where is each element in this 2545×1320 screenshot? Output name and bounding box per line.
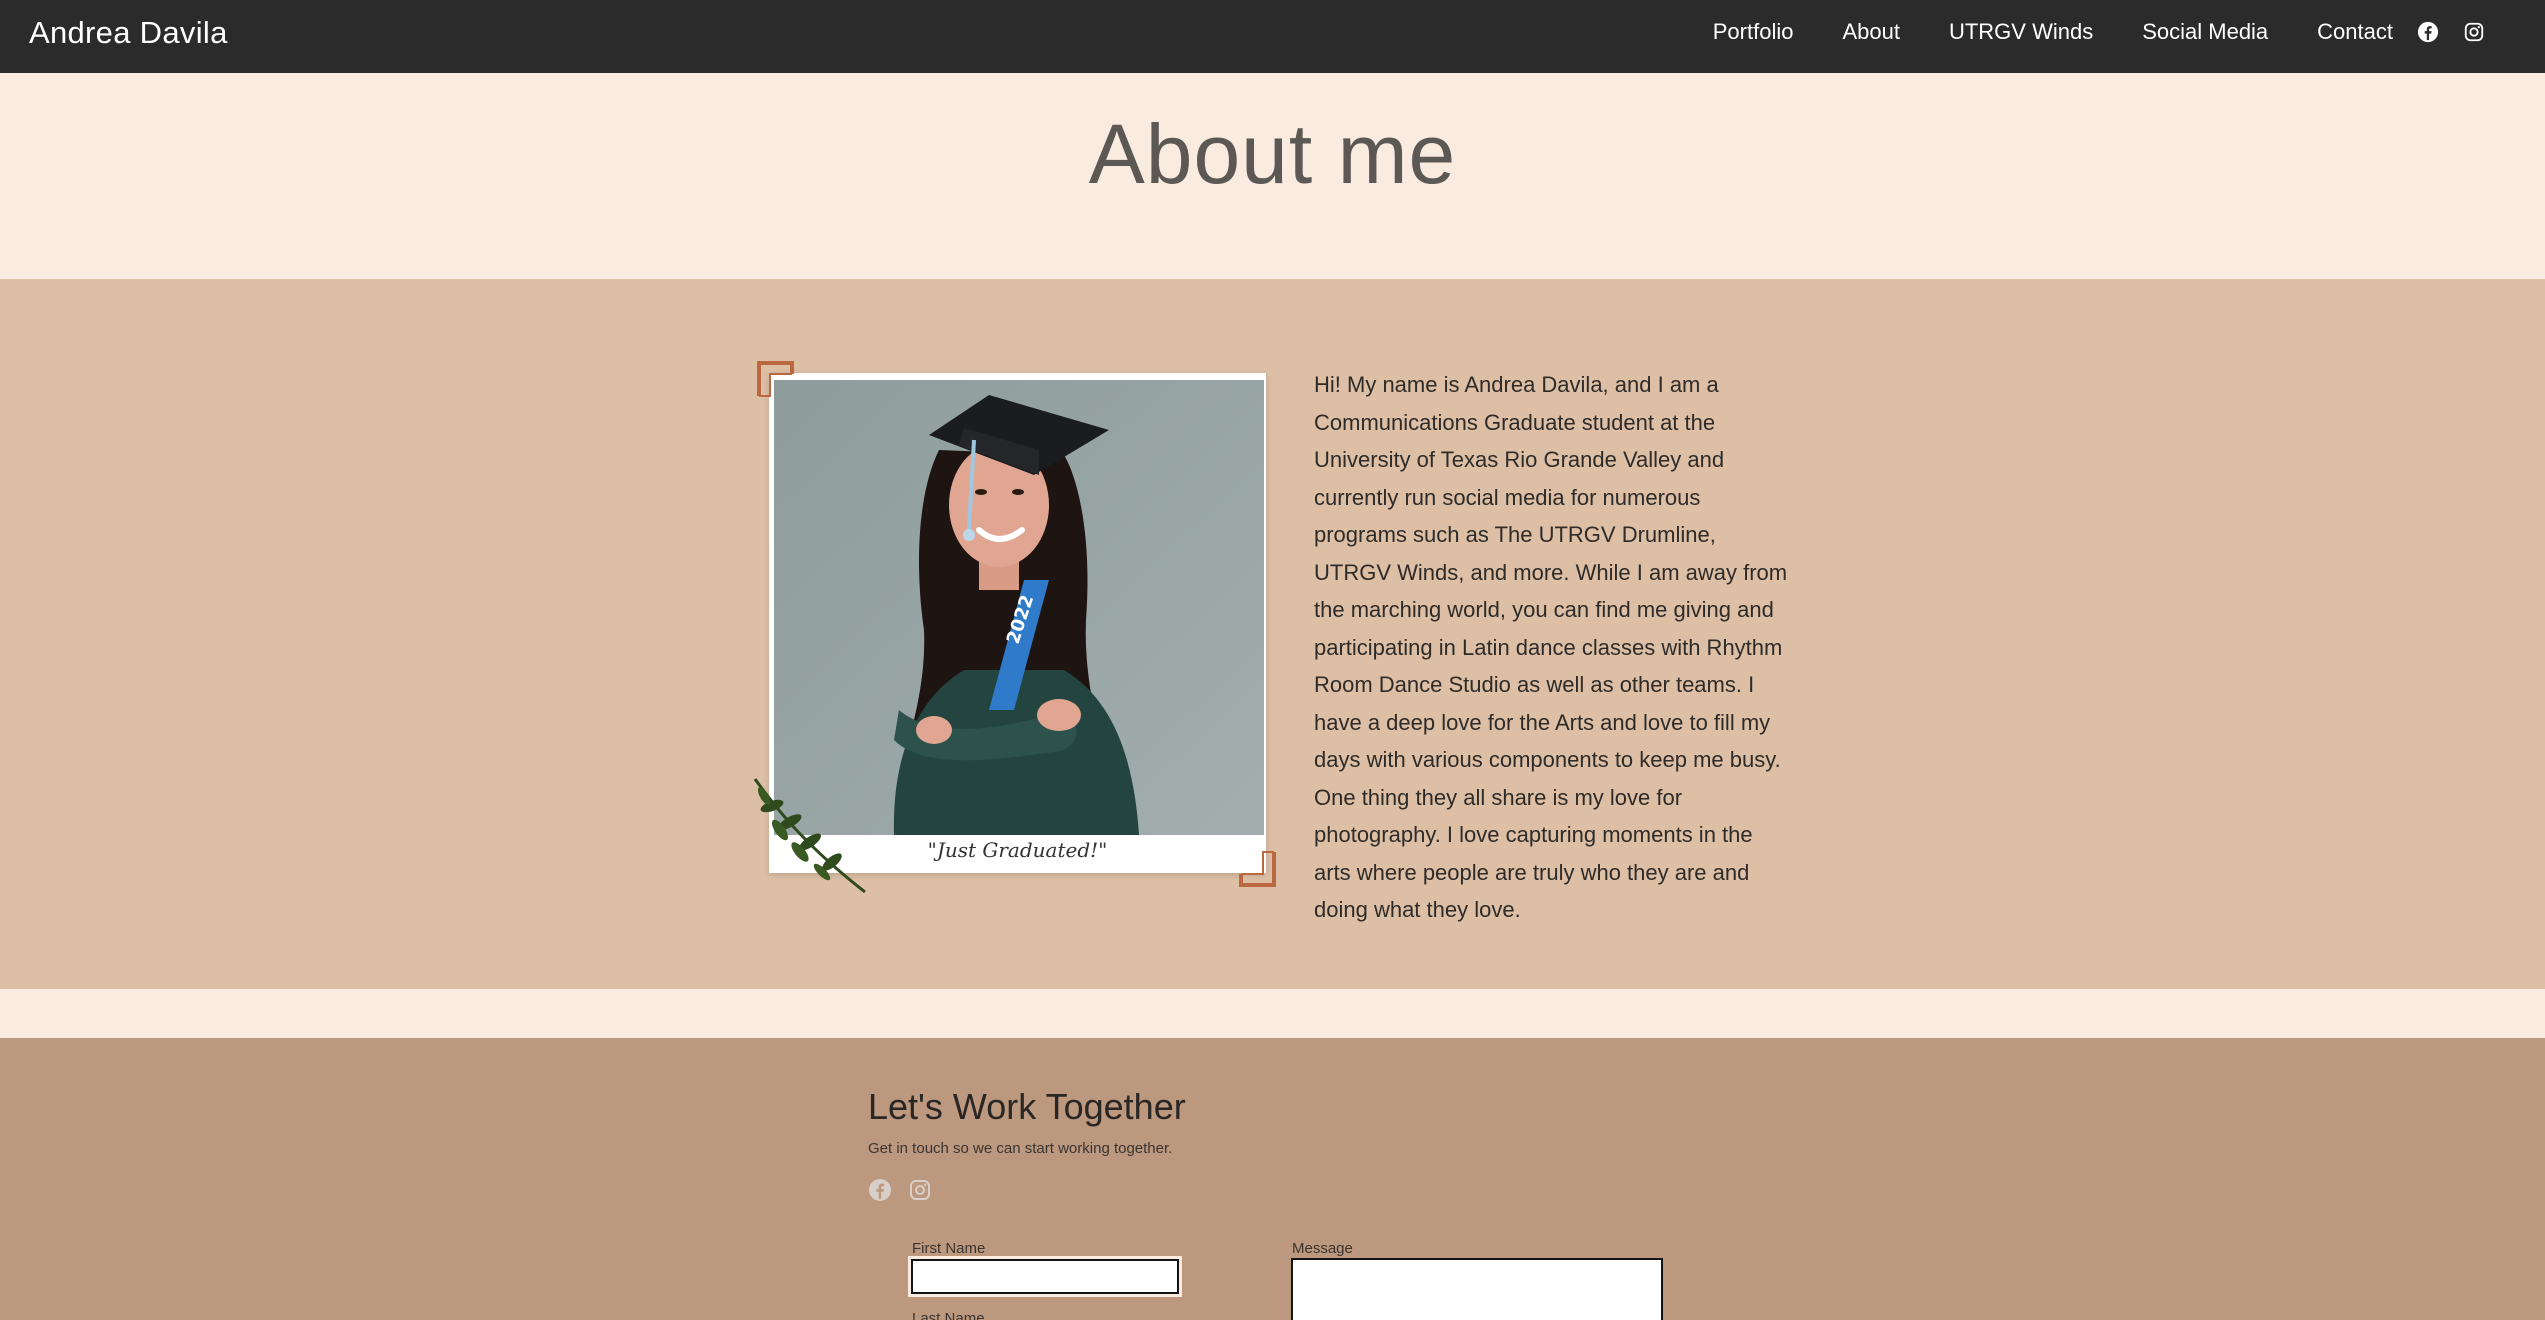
nav-link-portfolio[interactable]: Portfolio (1713, 19, 1794, 45)
page-title: About me (1088, 107, 1457, 201)
leaf-branch-decoration (753, 778, 866, 894)
section-divider (0, 989, 2545, 1038)
nav-link-about[interactable]: About (1842, 19, 1900, 45)
message-field[interactable] (1291, 1258, 1663, 1320)
nav-link-contact[interactable]: Contact (2317, 19, 2393, 45)
contact-subtitle: Get in touch so we can start working tog… (868, 1140, 1173, 1157)
first-name-field[interactable] (908, 1256, 1182, 1297)
contact-social-icons (868, 1178, 948, 1202)
first-name-label: First Name (912, 1240, 986, 1257)
contact-section (0, 1038, 2545, 1320)
instagram-icon[interactable] (908, 1178, 932, 1202)
top-navigation-bar: Andrea Davila Portfolio About UTRGV Wind… (0, 0, 2545, 73)
nav-link-utrgv-winds[interactable]: UTRGV Winds (1949, 19, 2093, 45)
graduation-photo: 2022 (774, 380, 1264, 835)
corner-frame-decoration-top-left (757, 361, 794, 397)
site-brand-name[interactable]: Andrea Davila (29, 15, 228, 51)
nav-link-social-media[interactable]: Social Media (2142, 19, 2268, 45)
last-name-label: Last Name (912, 1310, 985, 1320)
about-bio-text: Hi! My name is Andrea Davila, and I am a… (1314, 372, 1788, 922)
facebook-icon[interactable] (2417, 21, 2439, 43)
corner-frame-decoration-bottom-right (1239, 851, 1276, 887)
instagram-icon[interactable] (2463, 21, 2485, 43)
facebook-icon[interactable] (868, 1178, 892, 1202)
message-label: Message (1292, 1240, 1353, 1257)
main-nav: Portfolio About UTRGV Winds Social Media… (1664, 0, 2485, 64)
contact-title: Let's Work Together (868, 1086, 1186, 1127)
